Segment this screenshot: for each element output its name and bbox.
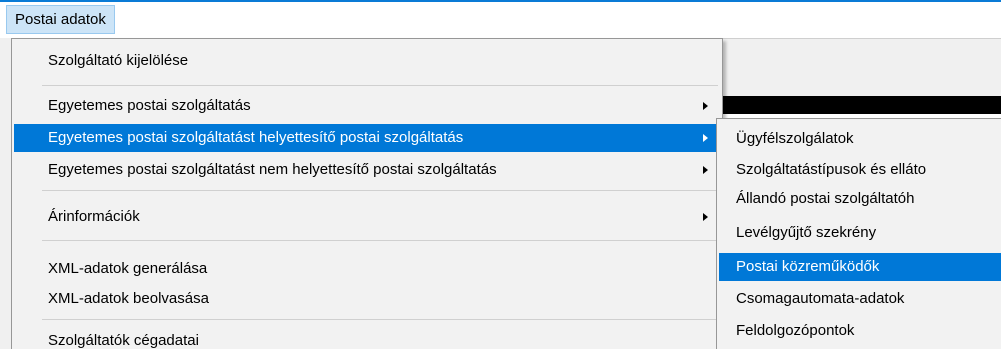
menu-item-label: Egyetemes postai szolgáltatás: [48, 97, 251, 114]
chevron-right-icon: [703, 134, 708, 142]
menu-item-szolgaltato-kijelolese[interactable]: Szolgáltató kijelölése: [14, 47, 720, 75]
menu-item-szolgaltatok-cegadatai[interactable]: Szolgáltatók cégadatai: [14, 327, 720, 349]
background-window-toolbar: [720, 38, 1001, 96]
menu-separator: [42, 240, 718, 241]
menu-separator: [42, 85, 718, 86]
submenu-item-label: Ügyfélszolgálatok: [736, 130, 854, 147]
menu-separator: [42, 190, 718, 191]
menu-item-label: Szolgáltatók cégadatai: [48, 332, 199, 349]
menu-item-xml-generalas[interactable]: XML-adatok generálása: [14, 255, 720, 283]
submenu-item-allando-postai-szolgaltatohelyek[interactable]: Állandó postai szolgáltatóh: [719, 185, 1001, 213]
menu-postai-adatok[interactable]: Postai adatok: [6, 5, 115, 34]
menu-item-label: Egyetemes postai szolgáltatást helyettes…: [48, 129, 464, 146]
menu-item-xml-beolvasas[interactable]: XML-adatok beolvasása: [14, 285, 720, 313]
dropdown-menu-postai-adatok: Szolgáltató kijelölése Egyetemes postai …: [11, 38, 723, 349]
menu-item-label: XML-adatok generálása: [48, 260, 208, 277]
submenu-item-ugyfelszolgalatok[interactable]: Ügyfélszolgálatok: [719, 125, 1001, 153]
menu-item-label: XML-adatok beolvasása: [48, 290, 209, 307]
menu-bar: Postai adatok: [0, 2, 1001, 39]
app-window: Postai adatok Szolgáltató kijelölése Egy…: [0, 0, 1001, 349]
menu-item-label: Egyetemes postai szolgáltatást nem helye…: [48, 161, 497, 178]
menu-item-egyetemes-postai-szolgaltatas[interactable]: Egyetemes postai szolgáltatás: [14, 92, 720, 120]
submenu-item-label: Postai közreműködők: [736, 258, 880, 275]
submenu-item-szolgaltatastipusok[interactable]: Szolgáltatástípusok és elláto: [719, 156, 1001, 184]
chevron-right-icon: [703, 102, 708, 110]
menu-separator: [42, 319, 718, 320]
menu-item-nem-helyettesito-szolgaltatas[interactable]: Egyetemes postai szolgáltatást nem helye…: [14, 156, 720, 184]
menu-item-helyettesito-szolgaltatas[interactable]: Egyetemes postai szolgáltatást helyettes…: [14, 124, 720, 152]
background-window-dark-bar: [720, 96, 1001, 114]
submenu-helyettesito-szolgaltatas: Ügyfélszolgálatok Szolgáltatástípusok és…: [716, 118, 1001, 349]
menu-item-label: Árinformációk: [48, 208, 140, 225]
submenu-item-levelgyujto-szekreny[interactable]: Levélgyűjtő szekrény: [719, 219, 1001, 247]
submenu-item-label: Levélgyűjtő szekrény: [736, 224, 877, 241]
submenu-item-csomagautomata-adatok[interactable]: Csomagautomata-adatok: [719, 285, 1001, 313]
submenu-item-feldolgozopontok[interactable]: Feldolgozópontok: [719, 317, 1001, 345]
submenu-item-label: Állandó postai szolgáltatóh: [736, 190, 915, 207]
submenu-item-label: Feldolgozópontok: [736, 322, 855, 339]
submenu-item-label: Szolgáltatástípusok és elláto: [736, 161, 927, 178]
submenu-item-label: Csomagautomata-adatok: [736, 290, 905, 307]
menu-item-arinformaciok[interactable]: Árinformációk: [14, 203, 720, 231]
submenu-item-postai-kozremukodok[interactable]: Postai közreműködők: [719, 253, 1001, 281]
chevron-right-icon: [703, 166, 708, 174]
menu-item-label: Szolgáltató kijelölése: [48, 52, 189, 69]
chevron-right-icon: [703, 213, 708, 221]
